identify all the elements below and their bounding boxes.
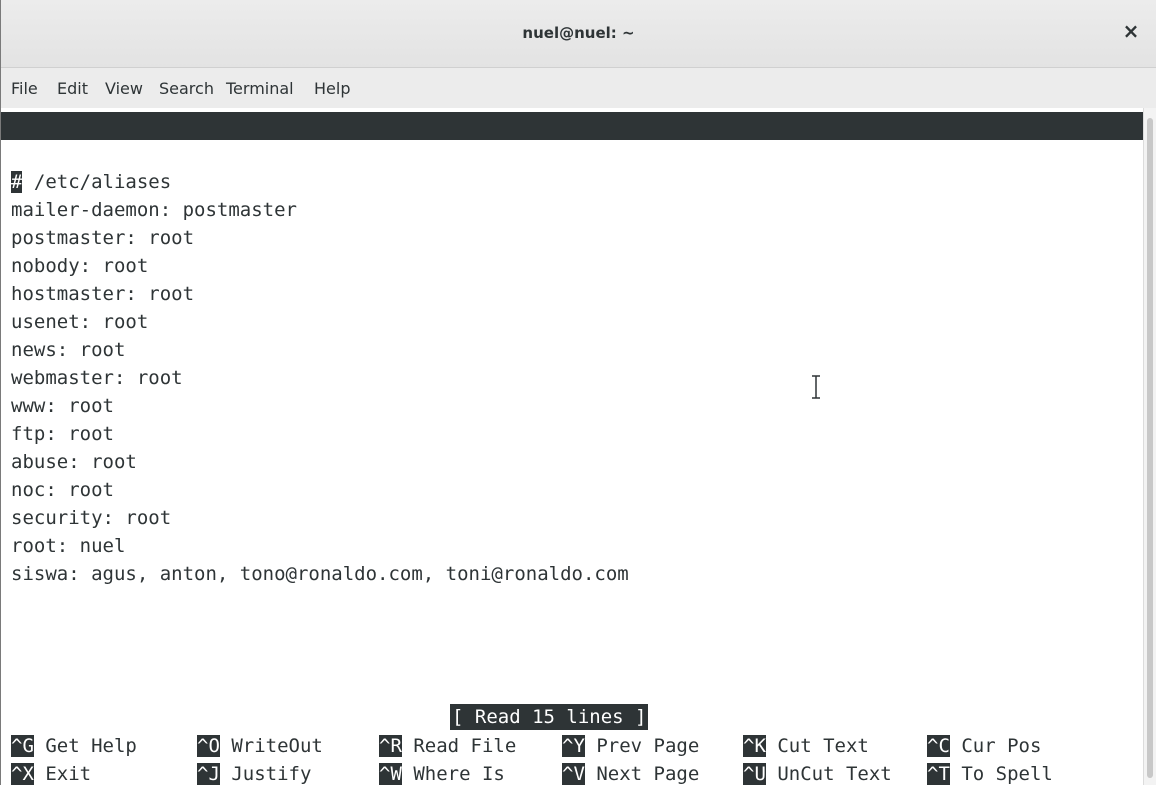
shortcut-get-help[interactable]: ^G Get Help <box>11 732 137 760</box>
shortcut-label: Justify <box>219 763 312 785</box>
window-title: nuel@nuel: ~ <box>522 24 635 42</box>
text-ibeam-cursor-icon <box>809 373 823 401</box>
shortcut-exit[interactable]: ^X Exit <box>11 760 91 788</box>
status-message: [ Read 15 lines ] <box>450 704 649 730</box>
editor-line[interactable]: www: root <box>11 392 114 420</box>
shortcut-prev-page[interactable]: ^Y Prev Page <box>562 732 699 760</box>
shortcut-label: To Spell <box>949 763 1053 785</box>
editor-line[interactable]: root: nuel <box>11 532 125 560</box>
shortcut-cur-pos[interactable]: ^C Cur Pos <box>927 732 1041 760</box>
shortcut-uncut-text[interactable]: ^U UnCut Text <box>743 760 892 788</box>
editor-line[interactable]: # /etc/aliases <box>11 168 171 196</box>
shortcut-label: Where Is <box>401 763 505 785</box>
menu-edit[interactable]: Edit <box>57 79 88 98</box>
shortcut-label: Prev Page <box>584 735 700 757</box>
shortcut-key: ^W <box>379 763 402 785</box>
shortcut-cut-text[interactable]: ^K Cut Text <box>743 732 869 760</box>
shortcut-read-file[interactable]: ^R Read File <box>379 732 516 760</box>
text-cursor: # <box>11 171 23 193</box>
shortcut-key: ^G <box>11 735 34 757</box>
close-icon[interactable]: × <box>1120 20 1142 42</box>
shortcut-to-spell[interactable]: ^T To Spell <box>927 760 1053 788</box>
nano-header-bar: GNU nano 2.2.6 File: aliases <box>1 112 1144 193</box>
terminal-window: nuel@nuel: ~ × File Edit View Search Ter… <box>0 0 1156 785</box>
menu-file[interactable]: File <box>11 79 38 98</box>
shortcut-key: ^C <box>927 735 950 757</box>
menu-search[interactable]: Search <box>159 79 214 98</box>
editor-line[interactable]: siswa: agus, anton, tono@ronaldo.com, to… <box>11 560 629 588</box>
shortcut-writeout[interactable]: ^O WriteOut <box>197 732 323 760</box>
shortcut-label: Cur Pos <box>949 735 1042 757</box>
shortcut-key: ^U <box>743 763 766 785</box>
shortcut-key: ^Y <box>562 735 585 757</box>
shortcut-label: Next Page <box>584 763 700 785</box>
editor-line[interactable]: hostmaster: root <box>11 280 194 308</box>
shortcut-next-page[interactable]: ^V Next Page <box>562 760 699 788</box>
editor-line[interactable]: nobody: root <box>11 252 148 280</box>
shortcut-key: ^R <box>379 735 402 757</box>
nano-file-name: File: aliases <box>450 171 599 193</box>
shortcut-label: UnCut Text <box>765 763 892 785</box>
editor-line[interactable]: abuse: root <box>11 448 137 476</box>
shortcut-key: ^O <box>197 735 220 757</box>
editor-line[interactable]: ftp: root <box>11 420 114 448</box>
editor-line[interactable]: news: root <box>11 336 125 364</box>
shortcut-label: Exit <box>33 763 92 785</box>
shortcut-label: Read File <box>401 735 517 757</box>
menu-help[interactable]: Help <box>314 79 350 98</box>
scrollbar-thumb[interactable] <box>1147 118 1153 778</box>
shortcut-label: WriteOut <box>219 735 323 757</box>
shortcut-justify[interactable]: ^J Justify <box>197 760 311 788</box>
title-bar[interactable]: nuel@nuel: ~ × <box>1 0 1156 68</box>
terminal-area[interactable]: GNU nano 2.2.6 File: aliases # /etc/alia… <box>1 108 1144 785</box>
editor-line[interactable]: usenet: root <box>11 308 148 336</box>
shortcut-where-is[interactable]: ^W Where Is <box>379 760 505 788</box>
shortcut-key: ^K <box>743 735 766 757</box>
shortcut-key: ^J <box>197 763 220 785</box>
editor-line[interactable]: noc: root <box>11 476 114 504</box>
editor-line[interactable]: postmaster: root <box>11 224 194 252</box>
shortcut-key: ^T <box>927 763 950 785</box>
shortcut-label: Get Help <box>33 735 137 757</box>
vertical-scrollbar[interactable] <box>1143 108 1156 785</box>
shortcut-key: ^V <box>562 763 585 785</box>
editor-line[interactable]: webmaster: root <box>11 364 183 392</box>
editor-line[interactable]: mailer-daemon: postmaster <box>11 196 297 224</box>
shortcut-key: ^X <box>11 763 34 785</box>
editor-line[interactable]: security: root <box>11 504 171 532</box>
shortcut-label: Cut Text <box>765 735 869 757</box>
menu-bar: File Edit View Search Terminal Help <box>1 68 1156 108</box>
menu-view[interactable]: View <box>105 79 143 98</box>
nano-version: GNU nano 2.2.6 <box>29 143 190 165</box>
editor-line-text: /etc/aliases <box>22 171 172 193</box>
menu-terminal[interactable]: Terminal <box>226 79 294 98</box>
